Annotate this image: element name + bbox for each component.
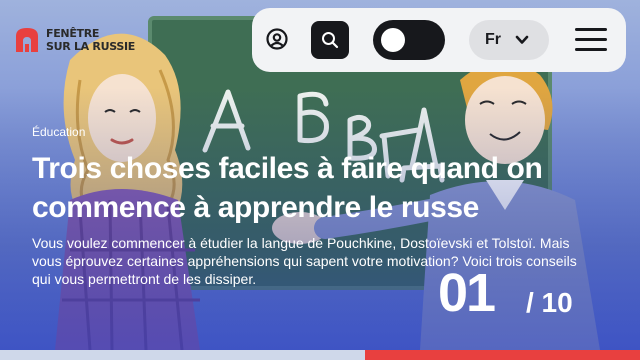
user-circle-icon[interactable] xyxy=(266,28,288,50)
logo-text-line1: Fenêtre xyxy=(46,27,100,40)
next-section-peek xyxy=(0,350,640,360)
search-icon xyxy=(322,32,339,49)
slide-total: / 10 xyxy=(526,287,573,318)
top-navigation: Fr xyxy=(252,8,626,72)
hamburger-menu-icon[interactable] xyxy=(575,28,609,52)
hero-banner[interactable]: Fenêtre sur la Russie Fr Éduca xyxy=(0,0,640,350)
logo-mark-icon xyxy=(16,28,38,52)
chevron-down-icon xyxy=(515,35,529,44)
toggle-knob xyxy=(381,28,405,52)
slide-counter: 01 / 10 xyxy=(438,262,573,324)
article-title[interactable]: Trois choses faciles à faire quand on co… xyxy=(32,149,622,227)
site-logo[interactable]: Fenêtre sur la Russie xyxy=(14,26,135,54)
article-category[interactable]: Éducation xyxy=(32,125,85,139)
logo-text-line2: sur la Russie xyxy=(46,40,135,53)
language-label: Fr xyxy=(485,31,501,48)
article-description: Vous voulez commencer à étudier la langu… xyxy=(32,235,577,287)
theme-toggle[interactable] xyxy=(373,20,445,60)
search-button[interactable] xyxy=(311,21,349,59)
language-selector[interactable]: Fr xyxy=(469,20,549,60)
slide-current: 01 xyxy=(438,263,496,323)
